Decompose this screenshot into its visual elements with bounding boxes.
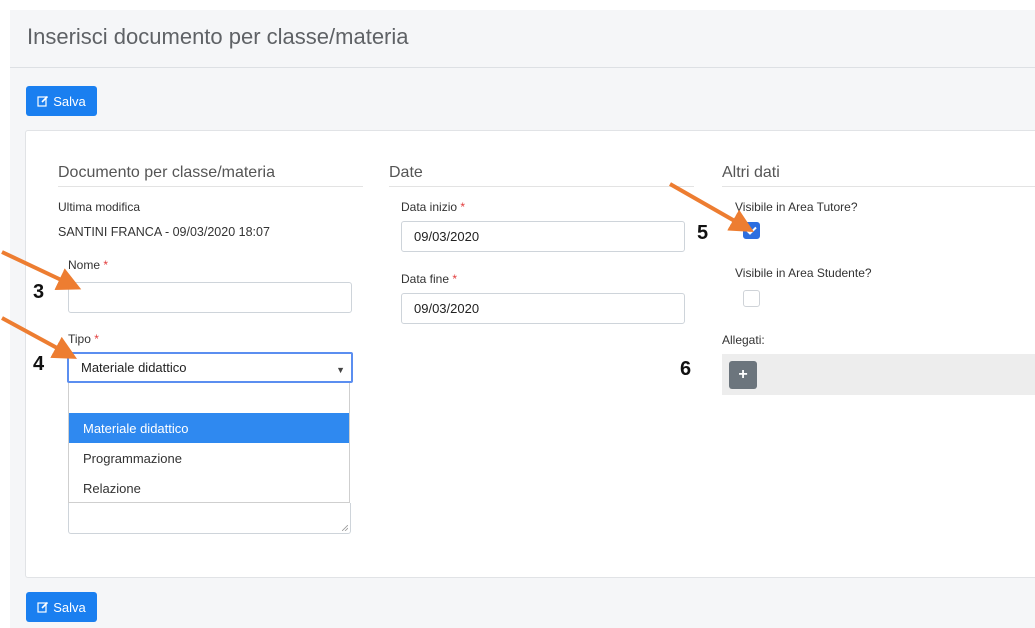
studente-label: Visibile in Area Studente?: [735, 266, 872, 280]
allegati-label: Allegati:: [722, 333, 765, 347]
tipo-dropdown-menu: Materiale didattico Programmazione Relaz…: [68, 383, 350, 503]
save-button-top[interactable]: Salva: [26, 86, 97, 116]
annotation-number-6: 6: [680, 358, 692, 380]
page-title: Inserisci documento per classe/materia: [27, 24, 409, 49]
annotation-number-4: 4: [33, 353, 45, 375]
tipo-select[interactable]: Materiale didattico ▼: [67, 352, 353, 383]
resize-grip-icon[interactable]: [342, 525, 348, 531]
section-title-altri-dati: Altri dati: [722, 164, 780, 181]
edit-icon: [37, 601, 49, 613]
annotation-number-3: 3: [33, 281, 45, 303]
checkmark-icon: [746, 226, 757, 235]
save-label: Salva: [53, 599, 86, 615]
edit-icon: [37, 95, 49, 107]
plus-icon: +: [738, 366, 748, 383]
tipo-label: Tipo *: [68, 332, 99, 346]
add-attachment-button[interactable]: +: [729, 361, 757, 389]
nome-label: Nome *: [68, 258, 109, 272]
annotation-number-5: 5: [697, 222, 709, 244]
section-title-date: Date: [389, 164, 423, 181]
studente-checkbox[interactable]: [743, 290, 760, 307]
dropdown-option-relazione[interactable]: Relazione: [69, 473, 349, 503]
page-header: Inserisci documento per classe/materia: [10, 10, 1035, 68]
dropdown-option-programmazione[interactable]: Programmazione: [69, 443, 349, 473]
section-divider: [58, 186, 363, 187]
tutore-label: Visibile in Area Tutore?: [735, 200, 858, 214]
description-textarea[interactable]: [68, 503, 351, 534]
last-modified-label: Ultima modifica: [58, 200, 141, 214]
caret-down-icon: ▼: [336, 365, 345, 375]
required-mark: *: [460, 200, 466, 214]
attachments-bar: [722, 354, 1035, 395]
save-label: Salva: [53, 93, 86, 109]
tutore-checkbox[interactable]: [743, 222, 760, 239]
dropdown-search-input[interactable]: [69, 383, 349, 413]
end-date-input[interactable]: 09/03/2020: [401, 293, 685, 324]
section-divider: [389, 186, 694, 187]
required-mark: *: [452, 272, 458, 286]
nome-input[interactable]: [68, 282, 352, 313]
start-date-input[interactable]: 09/03/2020: [401, 221, 685, 252]
last-modified-value: SANTINI FRANCA - 09/03/2020 18:07: [58, 225, 270, 239]
tipo-selected-value: Materiale didattico: [81, 360, 187, 375]
end-date-label: Data fine *: [401, 272, 458, 286]
section-divider: [722, 186, 1035, 187]
required-mark: *: [103, 258, 109, 272]
section-title-documento: Documento per classe/materia: [58, 164, 275, 181]
required-mark: *: [94, 332, 99, 346]
dropdown-option-materiale[interactable]: Materiale didattico: [69, 413, 349, 443]
start-date-label: Data inizio *: [401, 200, 466, 214]
save-button-bottom[interactable]: Salva: [26, 592, 97, 622]
